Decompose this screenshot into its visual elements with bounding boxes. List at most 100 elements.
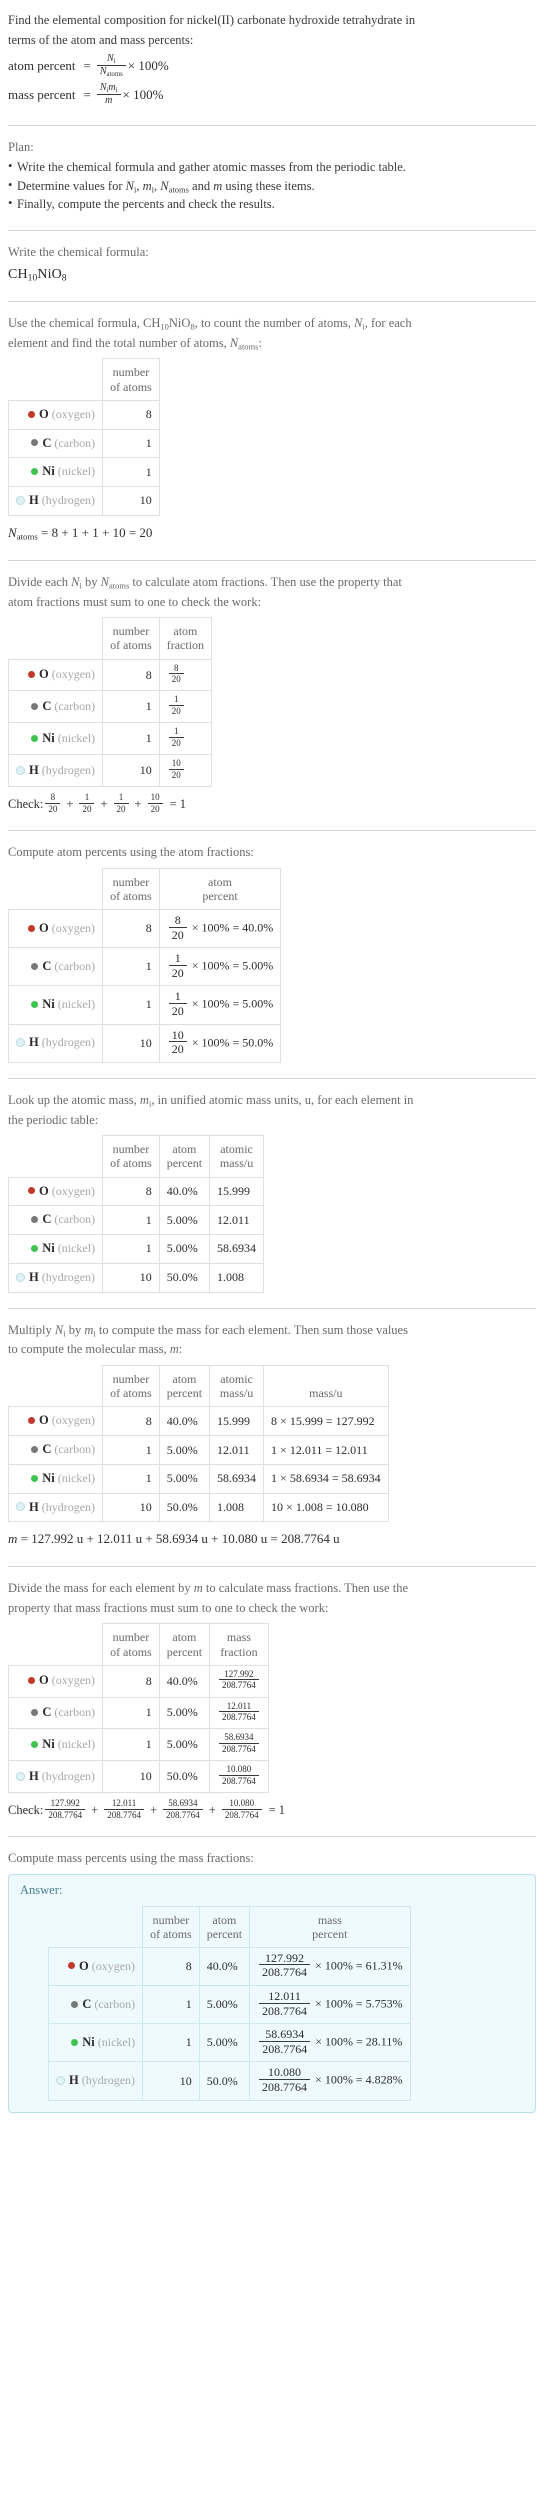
- n-i-symbol-2: N: [99, 81, 107, 93]
- frac-num: 10.080: [219, 1764, 259, 1776]
- element-dot-hydrogen-icon: [16, 495, 25, 505]
- answer-panel: Answer: number of atoms atom percent mass p…: [8, 1873, 536, 2113]
- atom-percent-value: 50.0%: [198, 2061, 251, 2101]
- hdr-l2: of atoms: [110, 379, 152, 394]
- n-i-symbol-6: N: [54, 1322, 64, 1337]
- element-symbol: Ni: [42, 997, 55, 1012]
- header-mass-fraction: mass fraction: [209, 1623, 269, 1666]
- divider-2: [8, 230, 536, 232]
- atomic-mass-value: 12.011: [209, 1435, 265, 1465]
- header-mass: xmass/u: [263, 1365, 389, 1408]
- frac-num: 1: [168, 952, 187, 966]
- element-cell-nickel: Ni (nickel): [7, 1234, 104, 1264]
- frac-den: 20: [171, 1004, 184, 1018]
- frac-num: 8: [45, 792, 61, 804]
- element-symbol: C: [42, 699, 52, 714]
- m-i-symbol-3: m: [139, 1092, 149, 1107]
- divider-7: [8, 1307, 536, 1309]
- element-symbol: C: [42, 435, 52, 450]
- atomic-mass-table: number of atoms atom percent atomic mass/u …: [7, 1135, 265, 1293]
- n-i-symbol: N: [107, 52, 114, 64]
- times-100: × 100% =: [191, 920, 240, 935]
- count-pre: Use the chemical formula,: [8, 315, 144, 330]
- table-row: C (carbon) 1 5.00% 12.011: [7, 1205, 265, 1236]
- mass-line-2: to compute the molecular mass, m:: [8, 1341, 536, 1359]
- atom-count-value: 10: [102, 486, 160, 516]
- times-100: × 100% =: [191, 996, 240, 1011]
- atom-count-value: 1: [102, 690, 160, 724]
- and-text: and: [188, 178, 214, 193]
- element-cell-nickel: Ni (nickel): [7, 1463, 104, 1494]
- element-dot-carbon-icon: [31, 1216, 39, 1224]
- f-sub-a: 10: [160, 321, 169, 332]
- element-cell-carbon: C (carbon): [7, 1435, 104, 1465]
- header-blank: [7, 1365, 104, 1408]
- element-name: (hydrogen): [41, 1499, 96, 1514]
- mass-percent-prompt: Compute mass percents using the mass fra…: [8, 1851, 254, 1866]
- hdr-l2: mass/u: [219, 1156, 254, 1171]
- element-name: (oxygen): [51, 920, 96, 935]
- atom-count-value: 10: [102, 754, 160, 788]
- hdr-l1: atomic: [220, 1372, 253, 1387]
- atom-count-value: 1: [102, 457, 160, 488]
- mass-fraction-line-1: Divide the mass for each element by m to…: [8, 1580, 536, 1598]
- atomic-mass-value: 15.999: [209, 1406, 265, 1437]
- header-number-of-atoms: number of atoms: [102, 1135, 160, 1178]
- frac-den: 208.7764: [166, 1809, 200, 1820]
- header-number-of-atoms: number of atoms: [102, 867, 160, 911]
- mass-percent-table: number of atoms atom percent mass percent O…: [47, 1905, 411, 2101]
- mass-percent-fraction: Nimi m: [96, 81, 121, 107]
- element-cell-carbon: C (carbon): [7, 428, 104, 459]
- ms-pre: Multiply: [8, 1322, 55, 1337]
- element-dot-oxygen-icon: [28, 1417, 35, 1425]
- frac-num: 12.011: [259, 1990, 311, 2004]
- table-row: H (hydrogen) 10 50.0% 10.080 208.7764 × 1…: [47, 2061, 411, 2101]
- times-100: × 100% =: [315, 1958, 363, 1973]
- element-symbol: Ni: [42, 1241, 55, 1256]
- table-row: H (hydrogen) 10: [7, 486, 160, 516]
- element-symbol: O: [39, 1673, 49, 1688]
- element-symbol: O: [39, 1183, 49, 1198]
- times-100: × 100% =: [315, 1996, 363, 2011]
- element-name: (carbon): [54, 699, 96, 714]
- element-symbol: C: [42, 1212, 52, 1227]
- header-atom-percent: atom percent: [158, 1623, 211, 1666]
- element-symbol: H: [29, 1035, 39, 1050]
- atom-count-value: 8: [102, 1176, 160, 1207]
- divider-5: [8, 829, 536, 831]
- element-name: (hydrogen): [41, 762, 96, 777]
- frac-post: to calculate atom fractions. Then use th…: [129, 574, 402, 589]
- table-row: C (carbon) 1 1 20: [7, 690, 213, 724]
- divider-4: [8, 559, 536, 561]
- plus-sign: +: [100, 796, 108, 811]
- hdr-l1: number: [152, 1912, 190, 1927]
- hdr-l2: of atoms: [150, 1926, 192, 1941]
- atom-fraction-table: number of atoms atom fraction O (oxygen) 8…: [7, 617, 213, 788]
- atom-count-value: 1: [102, 1728, 160, 1762]
- frac-den: 20: [48, 803, 58, 814]
- hdr-l2: percent: [312, 1926, 348, 1941]
- count-tail: , for each: [364, 315, 412, 330]
- header-blank: [48, 1906, 144, 1948]
- table-row: C (carbon) 1 5.00% 12.011 208.7764: [7, 1696, 269, 1730]
- plus-sign: +: [66, 796, 74, 811]
- frac-den: 20: [171, 965, 184, 980]
- divider-9: [8, 1836, 536, 1838]
- element-dot-nickel-icon: [31, 1740, 39, 1748]
- mass-percent-section: Compute mass percents using the mass fra…: [8, 1846, 536, 2119]
- table-header-row: number of atoms atom percent mass fraction: [7, 1623, 269, 1666]
- header-atom-fraction: atom fraction: [158, 617, 213, 660]
- frac-den: 20: [171, 927, 184, 942]
- atom-percent-fraction: Ni Natoms: [96, 52, 126, 78]
- element-symbol: H: [69, 2073, 79, 2088]
- element-dot-oxygen-icon: [28, 410, 35, 418]
- plan-item-2-pre: Determine values for: [17, 178, 126, 193]
- element-dot-oxygen-icon: [68, 1962, 75, 1970]
- element-symbol: H: [29, 1768, 39, 1783]
- frac-den: 208.7764: [262, 1965, 308, 1980]
- n-atoms-symbol-4: N: [8, 524, 17, 540]
- molecular-mass-value: = 127.992 u + 12.011 u + 58.6934 u + 10.…: [20, 1531, 340, 1547]
- element-cell-carbon: C (carbon): [7, 690, 104, 724]
- element-cell-nickel: Ni (nickel): [7, 722, 104, 756]
- atom-percent-value: 5.00%: [158, 1696, 211, 1730]
